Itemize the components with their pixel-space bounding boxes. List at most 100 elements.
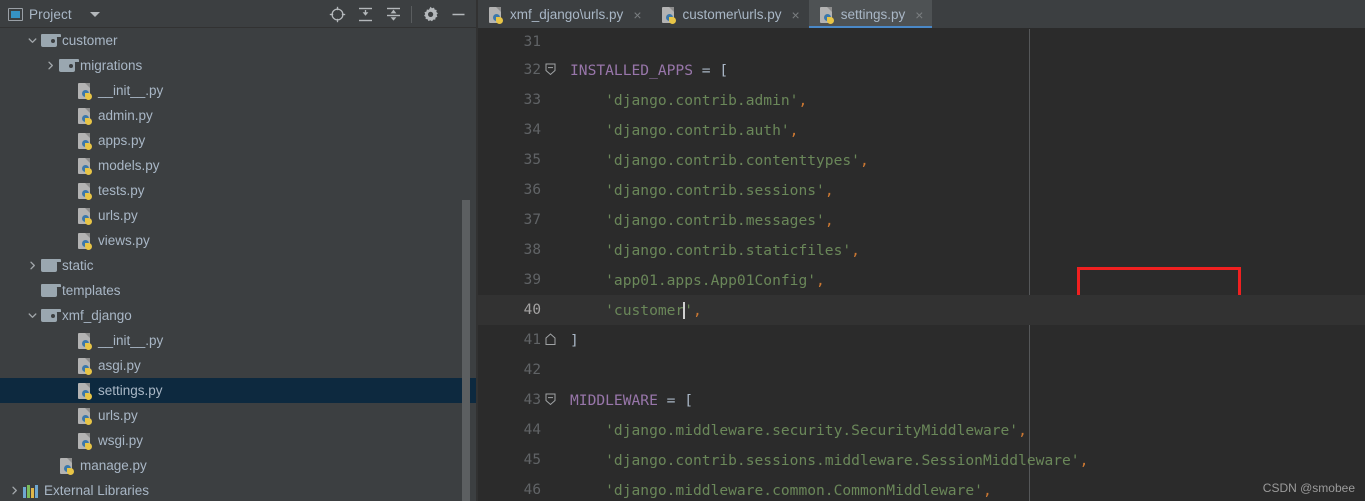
python-file-icon xyxy=(77,132,93,150)
fold-gutter xyxy=(555,475,564,501)
code-token: , xyxy=(982,481,992,499)
gear-icon[interactable] xyxy=(416,1,444,27)
tree-item-admin-py[interactable]: admin.py xyxy=(0,103,478,128)
collapse-all-icon[interactable] xyxy=(379,1,407,27)
code-token: 'django.contrib.contenttypes' xyxy=(570,151,860,169)
code-line-text: MIDDLEWARE = [ xyxy=(564,392,693,409)
tree-item-external-libraries[interactable]: External Libraries xyxy=(0,478,478,501)
tree-item-views-py[interactable]: views.py xyxy=(0,228,478,253)
tree-item-models-py[interactable]: models.py xyxy=(0,153,478,178)
project-file-tree[interactable]: customer migrations __init__.py admin.py app… xyxy=(0,28,478,501)
chevron-down-icon[interactable] xyxy=(24,303,40,328)
code-line-37[interactable]: 37 'django.contrib.messages', xyxy=(478,205,1365,235)
code-line-text: 'django.middleware.security.SecurityMidd… xyxy=(564,422,1027,439)
fold-gutter xyxy=(545,385,564,415)
minimize-icon[interactable] xyxy=(444,1,472,27)
line-number: 34 xyxy=(523,122,541,138)
tree-item-apps-py[interactable]: apps.py xyxy=(0,128,478,153)
code-token: 'django.contrib.staticfiles' xyxy=(570,241,852,259)
project-panel-title: Project xyxy=(29,6,72,22)
code-line-32[interactable]: 32 INSTALLED_APPS = [ xyxy=(478,55,1365,85)
editor-tab-settings-py[interactable]: settings.py × xyxy=(808,0,933,29)
tree-item-xmf_django[interactable]: xmf_django xyxy=(0,303,478,328)
code-line-46[interactable]: 46 'django.middleware.common.CommonMiddl… xyxy=(478,475,1365,501)
fold-gutter xyxy=(545,325,564,355)
close-icon[interactable]: × xyxy=(915,8,923,22)
tree-item-__init__-py[interactable]: __init__.py xyxy=(0,78,478,103)
python-file-icon xyxy=(819,6,835,24)
code-line-35[interactable]: 35 'django.contrib.contenttypes', xyxy=(478,145,1365,175)
code-line-text: 'django.contrib.staticfiles', xyxy=(564,242,860,259)
code-line-33[interactable]: 33 'django.contrib.admin', xyxy=(478,85,1365,115)
tree-item-customer[interactable]: customer xyxy=(0,28,478,53)
tree-item-settings-py[interactable]: settings.py xyxy=(0,378,478,403)
tree-item-__init__-py[interactable]: __init__.py xyxy=(0,328,478,353)
code-token: 'django.contrib.auth' xyxy=(570,121,790,139)
code-line-text: 'django.contrib.admin', xyxy=(564,92,807,109)
code-line-text: 'django.contrib.sessions.middleware.Sess… xyxy=(564,452,1088,469)
code-token: , xyxy=(824,181,834,199)
project-tree-scrollbar[interactable] xyxy=(462,200,470,501)
code-token: 'django.contrib.sessions.middleware.Sess… xyxy=(570,451,1080,469)
python-file-icon xyxy=(77,232,93,250)
tree-item-urls-py[interactable]: urls.py xyxy=(0,203,478,228)
code-line-34[interactable]: 34 'django.contrib.auth', xyxy=(478,115,1365,145)
tree-item-manage-py[interactable]: manage.py xyxy=(0,453,478,478)
chevron-right-icon[interactable] xyxy=(6,478,22,501)
code-line-43[interactable]: 43 MIDDLEWARE = [ xyxy=(478,385,1365,415)
tree-item-label: settings.py xyxy=(98,383,163,398)
line-number: 46 xyxy=(523,482,541,498)
code-line-38[interactable]: 38 'django.contrib.staticfiles', xyxy=(478,235,1365,265)
fold-open-icon[interactable] xyxy=(545,393,556,410)
chevron-down-icon[interactable] xyxy=(89,11,100,17)
code-line-text: 'app01.apps.App01Config', xyxy=(564,272,825,289)
code-token: [ xyxy=(684,391,694,409)
code-line-31[interactable]: 31 xyxy=(478,29,1365,55)
code-token: = xyxy=(693,61,720,79)
code-token: , xyxy=(1079,451,1089,469)
project-window-icon xyxy=(8,7,23,21)
tree-item-label: asgi.py xyxy=(98,358,141,373)
tree-item-label: views.py xyxy=(98,233,150,248)
fold-gutter xyxy=(555,175,564,205)
line-number: 32 xyxy=(523,62,541,78)
fold-open-icon[interactable] xyxy=(545,63,556,80)
code-line-text: 'customer', xyxy=(564,301,702,319)
python-file-icon xyxy=(77,382,93,400)
code-line-40[interactable]: 40 'customer', xyxy=(478,295,1365,325)
tree-item-asgi-py[interactable]: asgi.py xyxy=(0,353,478,378)
locate-target-icon[interactable] xyxy=(323,1,351,27)
external-libraries-icon xyxy=(23,484,39,498)
chevron-right-icon[interactable] xyxy=(42,53,58,78)
code-line-45[interactable]: 45 'django.contrib.sessions.middleware.S… xyxy=(478,445,1365,475)
chevron-right-icon[interactable] xyxy=(24,253,40,278)
expand-all-icon[interactable] xyxy=(351,1,379,27)
tree-item-wsgi-py[interactable]: wsgi.py xyxy=(0,428,478,453)
code-line-36[interactable]: 36 'django.contrib.sessions', xyxy=(478,175,1365,205)
tree-item-urls-py[interactable]: urls.py xyxy=(0,403,478,428)
fold-gutter xyxy=(555,205,564,235)
tree-item-migrations[interactable]: migrations xyxy=(0,53,478,78)
code-line-42[interactable]: 42 xyxy=(478,355,1365,385)
code-line-44[interactable]: 44 'django.middleware.security.SecurityM… xyxy=(478,415,1365,445)
chevron-down-icon[interactable] xyxy=(24,28,40,53)
line-number: 38 xyxy=(523,242,541,258)
tree-item-templates[interactable]: templates xyxy=(0,278,478,303)
tree-item-tests-py[interactable]: tests.py xyxy=(0,178,478,203)
code-line-41[interactable]: 41] xyxy=(478,325,1365,355)
tree-item-static[interactable]: static xyxy=(0,253,478,278)
code-token: MIDDLEWARE xyxy=(570,391,658,409)
editor-tab-customer-urls-py[interactable]: customer\urls.py × xyxy=(651,0,809,29)
tree-item-label: static xyxy=(62,258,94,273)
close-icon[interactable]: × xyxy=(792,8,800,22)
code-line-39[interactable]: 39 'app01.apps.App01Config', xyxy=(478,265,1365,295)
tree-item-label: __init__.py xyxy=(98,333,164,348)
fold-close-icon[interactable] xyxy=(545,333,556,350)
code-token: 'django.contrib.sessions' xyxy=(570,181,825,199)
close-icon[interactable]: × xyxy=(633,8,641,22)
editor-tab-xmf_django-urls-py[interactable]: xmf_django\urls.py × xyxy=(478,0,651,29)
folder-icon xyxy=(41,259,61,272)
code-token: ] xyxy=(570,331,579,349)
code-editor[interactable]: 31 32 INSTALLED_APPS = [33 'django.contrib… xyxy=(478,29,1365,501)
